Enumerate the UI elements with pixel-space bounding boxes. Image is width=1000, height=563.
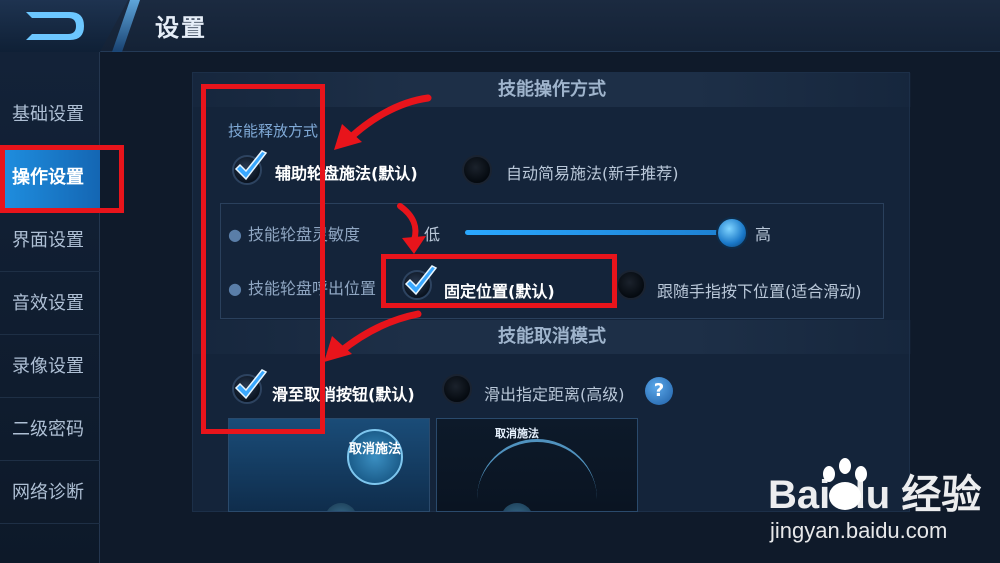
annotation-arrow-icon (334, 94, 432, 150)
joystick-icon (501, 503, 533, 511)
sidebar-item-network[interactable]: 网络诊断 (0, 462, 100, 524)
sensitivity-slider-knob[interactable] (716, 217, 748, 249)
cancel-arc-icon (477, 439, 597, 499)
watermark-url: jingyan.baidu.com (770, 518, 948, 543)
sidebar: 基础设置 操作设置 界面设置 音效设置 录像设置 二级密码 网络诊断 (0, 52, 100, 563)
follow-finger-label[interactable]: 跟随手指按下位置(适合滑动) (657, 278, 862, 302)
sidebar-item-password[interactable]: 二级密码 (0, 399, 100, 461)
simple-cast-label[interactable]: 自动简易施法(新手推荐) (506, 160, 679, 184)
sidebar-item-interface[interactable]: 界面设置 (0, 210, 100, 272)
top-bar: 设置 (0, 0, 1000, 52)
help-icon[interactable]: ? (645, 377, 673, 405)
follow-finger-radio[interactable] (616, 270, 646, 300)
simple-cast-radio[interactable] (462, 155, 492, 185)
annotation-box-options (201, 84, 325, 434)
page-title: 设置 (155, 14, 207, 42)
cancel-arc-label: 取消施法 (495, 427, 539, 440)
slide-distance-radio[interactable] (442, 374, 472, 404)
sensitivity-high-label: 高 (755, 225, 772, 244)
annotation-arrow-icon (397, 203, 426, 254)
sidebar-item-basic[interactable]: 基础设置 (0, 84, 100, 146)
sidebar-item-recording[interactable]: 录像设置 (0, 336, 100, 398)
preview-cancel-distance: 取消施法 (436, 418, 638, 512)
back-button[interactable] (0, 0, 128, 52)
sensitivity-slider-track[interactable] (465, 230, 735, 235)
joystick-icon (325, 503, 357, 511)
cancel-cast-icon: 取消施法 (347, 429, 403, 485)
back-arrow-icon (26, 12, 84, 40)
annotation-box-sidebar (0, 145, 124, 213)
annotation-arrow-icon (324, 310, 422, 362)
watermark-logo: Bai du 经验 (768, 473, 982, 517)
slide-distance-label[interactable]: 滑出指定距离(高级) (484, 381, 625, 405)
sidebar-item-sound[interactable]: 音效设置 (0, 273, 100, 335)
